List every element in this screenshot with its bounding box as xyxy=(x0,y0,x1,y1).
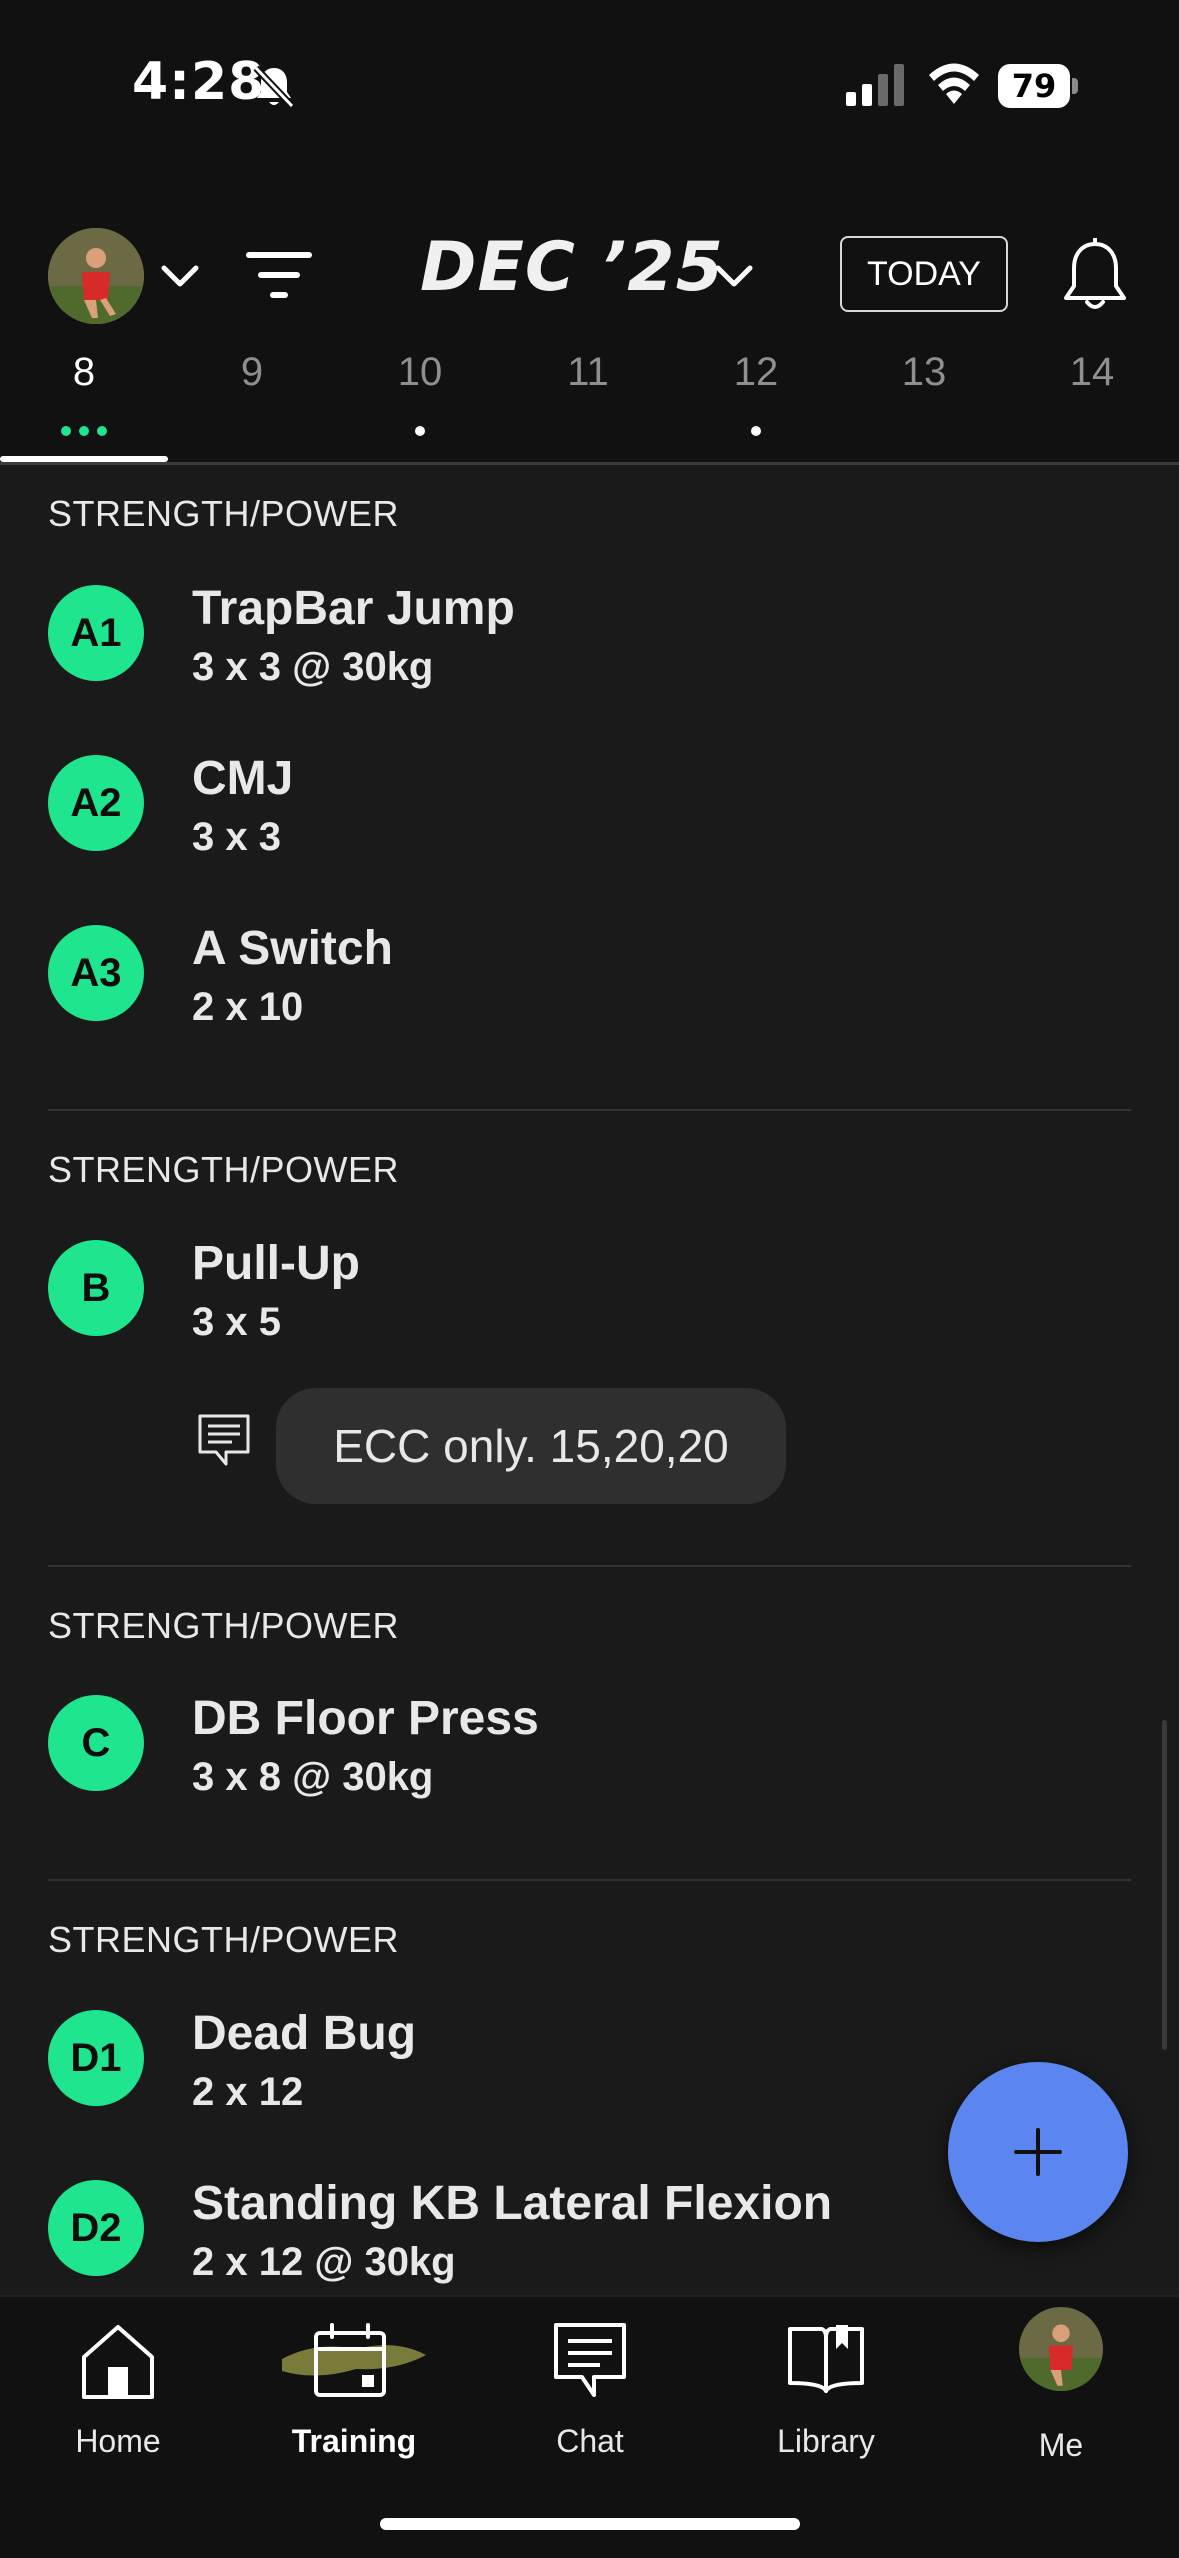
bell-off-icon xyxy=(253,65,295,109)
day-10[interactable]: 10 xyxy=(336,350,504,395)
exercise-note[interactable]: ECC only. 15,20,20 xyxy=(276,1388,786,1504)
day-12[interactable]: 12 xyxy=(672,350,840,395)
day-label: 9 xyxy=(240,350,264,394)
day-label: 14 xyxy=(1069,350,1115,394)
avatar-photo xyxy=(48,228,144,324)
avatar xyxy=(1019,2307,1103,2391)
plus-icon xyxy=(1014,2128,1062,2176)
exercise-name: DB Floor Press xyxy=(192,1692,539,1745)
month-chevron-down-icon[interactable] xyxy=(714,264,754,288)
exercise-item[interactable]: C DB Floor Press 3 x 8 @ 30kg xyxy=(48,1692,1148,1835)
exercise-detail: 2 x 12 @ 30kg xyxy=(192,2240,456,2284)
exercise-name: Dead Bug xyxy=(192,2007,417,2060)
section-title: STRENGTH/POWER xyxy=(48,1149,400,1190)
event-dot xyxy=(751,426,761,436)
exercise-name: Pull-Up xyxy=(192,1237,360,1290)
calendar-icon xyxy=(282,2323,426,2397)
exercise-badge: B xyxy=(48,1240,144,1336)
exercise-badge: A2 xyxy=(48,755,144,851)
day-event-dots xyxy=(0,426,168,436)
tab-chat[interactable]: Chat xyxy=(472,2297,708,2497)
exercise-badge: C xyxy=(48,1695,144,1791)
book-icon xyxy=(788,2325,864,2393)
tab-library[interactable]: Library xyxy=(708,2297,944,2497)
day-label: 12 xyxy=(733,350,779,394)
exercise-name: A Switch xyxy=(192,922,393,975)
day-13[interactable]: 13 xyxy=(840,350,1008,395)
exercise-item[interactable]: A1 TrapBar Jump 3 x 3 @ 30kg xyxy=(48,582,1148,725)
month-selector-label[interactable]: DEC ’25 xyxy=(420,228,724,307)
day-label: 8 xyxy=(72,350,96,394)
section-title: STRENGTH/POWER xyxy=(48,493,400,534)
exercise-item[interactable]: B Pull-Up 3 x 5 xyxy=(48,1237,1148,1380)
day-label: 11 xyxy=(567,350,609,394)
chevron-down-icon[interactable] xyxy=(160,264,200,288)
status-bar: 4:28 79 xyxy=(0,0,1179,170)
exercise-badge: D1 xyxy=(48,2010,144,2106)
workout-list[interactable]: STRENGTH/POWER A1 TrapBar Jump 3 x 3 @ 3… xyxy=(0,465,1179,2295)
scrollbar[interactable] xyxy=(1162,1720,1167,2050)
day-9[interactable]: 9 xyxy=(168,350,336,395)
comment-icon xyxy=(198,1414,250,1466)
filter-icon[interactable] xyxy=(246,250,312,300)
today-button[interactable]: TODAY xyxy=(840,236,1008,312)
day-label: 10 xyxy=(397,350,443,394)
home-indicator xyxy=(380,2518,800,2530)
section-title: STRENGTH/POWER xyxy=(48,1919,400,1960)
day-event-dots xyxy=(336,426,504,436)
exercise-name: CMJ xyxy=(192,752,294,805)
exercise-badge: A1 xyxy=(48,585,144,681)
exercise-badge: A3 xyxy=(48,925,144,1021)
day-event-dots xyxy=(672,426,840,436)
section-title: STRENGTH/POWER xyxy=(48,1605,400,1646)
day-label: 13 xyxy=(901,350,947,394)
section-divider xyxy=(48,1109,1131,1111)
exercise-item[interactable]: A2 CMJ 3 x 3 xyxy=(48,752,1148,895)
exercise-detail: 2 x 12 xyxy=(192,2070,304,2114)
exercise-detail: 2 x 10 xyxy=(192,985,304,1029)
day-8[interactable]: 8 xyxy=(0,350,168,395)
exercise-name: Standing KB Lateral Flexion xyxy=(192,2177,833,2230)
event-dot xyxy=(79,426,89,436)
exercise-detail: 3 x 8 @ 30kg xyxy=(192,1755,434,1799)
event-dot xyxy=(61,426,71,436)
event-dot xyxy=(415,426,425,436)
avatar[interactable] xyxy=(48,228,144,324)
tab-label: Library xyxy=(777,2423,875,2459)
exercise-name: TrapBar Jump xyxy=(192,582,515,635)
section-divider xyxy=(48,1879,1131,1881)
tab-label: Me xyxy=(1038,2427,1084,2463)
exercise-detail: 3 x 3 xyxy=(192,815,281,859)
battery-level: 79 xyxy=(998,64,1070,108)
tab-me[interactable]: Me xyxy=(943,2297,1179,2497)
week-day-strip: 8 9 10 11 12 13 14 xyxy=(0,350,1179,462)
tab-label: Training xyxy=(291,2423,417,2459)
battery-icon: 79 xyxy=(998,64,1080,108)
tab-training[interactable]: Training xyxy=(236,2297,472,2497)
day-14[interactable]: 14 xyxy=(1008,350,1176,395)
section-divider xyxy=(48,1565,1131,1567)
add-button[interactable] xyxy=(948,2062,1128,2242)
tab-home[interactable]: Home xyxy=(0,2297,236,2497)
tab-label: Chat xyxy=(556,2423,624,2459)
exercise-badge: D2 xyxy=(48,2180,144,2276)
tab-label: Home xyxy=(75,2423,161,2459)
exercise-detail: 3 x 5 xyxy=(192,1300,281,1344)
event-dot xyxy=(97,426,107,436)
wifi-icon xyxy=(929,63,979,104)
exercise-detail: 3 x 3 @ 30kg xyxy=(192,645,434,689)
cellular-signal-icon xyxy=(846,64,904,106)
day-11[interactable]: 11 xyxy=(504,350,672,395)
avatar-photo xyxy=(1019,2307,1103,2391)
home-icon xyxy=(82,2325,154,2399)
battery-tip xyxy=(1072,78,1078,94)
status-time: 4:28 xyxy=(132,52,266,112)
bell-icon[interactable] xyxy=(1060,238,1130,314)
chat-icon xyxy=(554,2323,626,2397)
exercise-item[interactable]: A3 A Switch 2 x 10 xyxy=(48,922,1148,1065)
